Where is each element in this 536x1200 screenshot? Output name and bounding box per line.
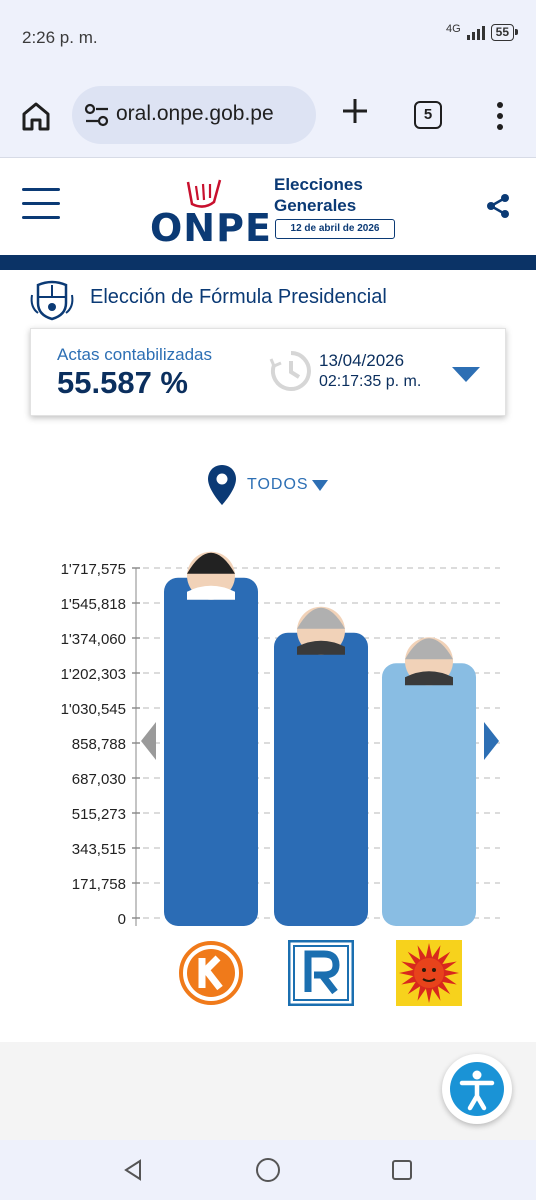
coat-of-arms-icon	[30, 280, 74, 321]
bar-1	[164, 577, 258, 926]
y-tick-label: 858,788	[72, 736, 126, 753]
more-options-icon[interactable]	[490, 99, 510, 133]
new-tab-icon[interactable]	[338, 94, 372, 128]
home-nav-icon[interactable]	[256, 1158, 280, 1182]
y-tick-label: 687,030	[72, 771, 126, 788]
renovacion-popular-r-logo[interactable]	[288, 940, 354, 1006]
y-tick-label: 1'030,545	[61, 701, 126, 718]
candidate-hair-1	[187, 552, 235, 574]
location-pin-icon[interactable]	[206, 463, 238, 507]
accessibility-button[interactable]	[442, 1054, 512, 1124]
browser-toolbar: oral.onpe.gob.pe 5	[0, 78, 536, 158]
bar-2	[274, 632, 368, 926]
y-tick-label: 0	[118, 911, 126, 928]
history-clock-icon	[269, 351, 311, 391]
candidate-hair-2	[297, 607, 345, 629]
y-tick-label: 515,273	[72, 806, 126, 823]
accessibility-icon	[450, 1062, 504, 1116]
header-divider	[0, 255, 536, 270]
home-icon[interactable]	[18, 98, 54, 134]
update-time: 02:17:35 p. m.	[319, 373, 422, 390]
back-icon[interactable]	[122, 1158, 144, 1182]
y-tick-label: 1'202,303	[61, 666, 126, 683]
election-date: 12 de abril de 2026	[275, 219, 395, 239]
y-tick-label: 1'374,060	[61, 631, 126, 648]
region-filter[interactable]: TODOS	[247, 476, 309, 494]
fuerza-popular-k-logo[interactable]	[178, 940, 244, 1006]
tab-switcher-button[interactable]: 5	[414, 101, 442, 129]
update-date: 13/04/2026	[319, 351, 405, 370]
actas-percentage: 55.587 %	[57, 365, 188, 400]
y-tick-label: 171,758	[72, 876, 126, 893]
region-dropdown-icon[interactable]	[312, 480, 328, 492]
bar-3	[382, 663, 476, 926]
chevron-down-icon[interactable]	[451, 365, 481, 383]
signal-icon	[466, 25, 485, 40]
url-text[interactable]: oral.onpe.gob.pe	[116, 102, 274, 126]
status-bar: 2:26 p. m. 4G 55	[0, 0, 536, 78]
candidate-hair-3	[405, 638, 453, 660]
chart-next-arrow[interactable]	[484, 722, 499, 760]
site-settings-icon[interactable]	[84, 103, 110, 127]
logo-text: ONPE	[150, 206, 272, 250]
share-icon[interactable]	[484, 192, 512, 220]
elections-title: Elecciones Generales	[274, 175, 363, 215]
status-time: 2:26 p. m.	[22, 28, 98, 47]
network-type: 4G	[445, 22, 461, 35]
y-tick-label: 343,515	[72, 841, 126, 858]
section-title: Elección de Fórmula Presidencial	[90, 286, 387, 308]
recents-icon[interactable]	[392, 1160, 412, 1180]
actas-label: Actas contabilizadas	[57, 345, 212, 364]
battery-icon: 55	[490, 24, 519, 41]
sun-party-logo[interactable]	[396, 940, 462, 1006]
actas-card[interactable]: Actas contabilizadas 55.587 % 13/04/2026…	[30, 328, 506, 416]
onpe-logo[interactable]: ONPE Elecciones Generales 12 de abril de…	[148, 172, 398, 252]
y-tick-label: 1'545,818	[61, 596, 126, 613]
status-icons: 4G 55	[445, 22, 519, 41]
chart-prev-arrow[interactable]	[141, 722, 156, 760]
url-bar[interactable]: oral.onpe.gob.pe	[72, 86, 316, 144]
site-header: ONPE Elecciones Generales 12 de abril de…	[0, 158, 536, 255]
hamburger-menu-icon[interactable]	[22, 188, 60, 220]
y-tick-label: 1'717,575	[61, 561, 126, 578]
